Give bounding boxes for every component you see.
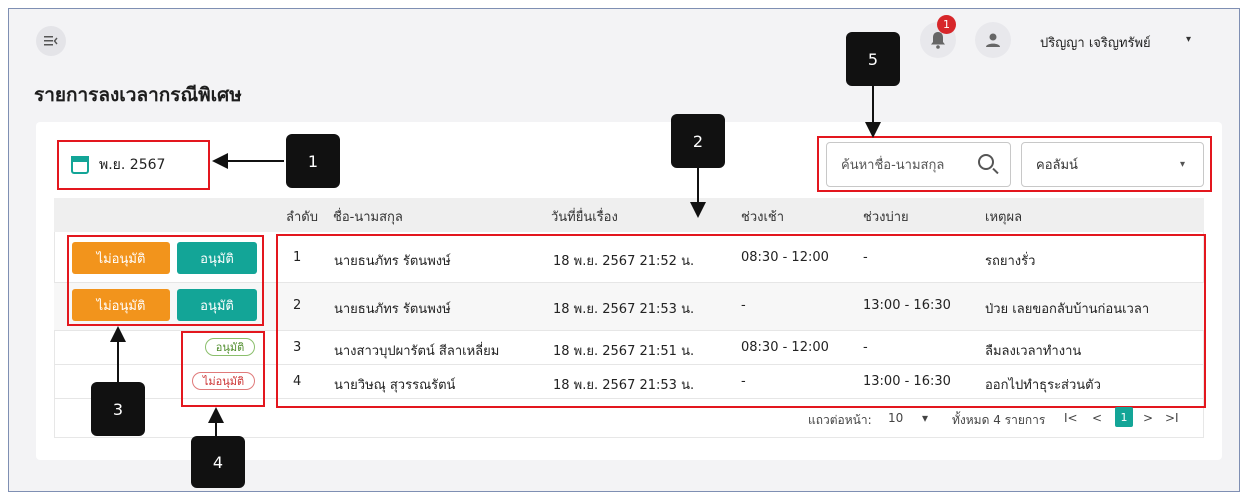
column-header-morning[interactable]: ช่วงเช้า (741, 206, 784, 227)
avatar[interactable] (975, 22, 1011, 58)
rows-per-page-select[interactable]: 10 (888, 411, 903, 425)
notification-badge: 1 (937, 15, 956, 34)
annotation-marker-4: 4 (191, 436, 245, 488)
search-placeholder: ค้นหาชื่อ-นามสกุล (841, 158, 945, 173)
total-records: ทั้งหมด 4 รายการ (952, 413, 1046, 427)
search-icon[interactable] (978, 154, 994, 170)
chevron-down-icon[interactable]: ▾ (922, 411, 928, 425)
annotation-marker-3: 3 (91, 382, 145, 436)
column-select[interactable]: คอลัมน์ ▾ (1021, 142, 1204, 187)
column-header-reason[interactable]: เหตุผล (985, 206, 1022, 227)
menu-toggle-button[interactable] (36, 26, 66, 56)
month-picker[interactable]: พ.ย. 2567 (57, 140, 210, 190)
last-page-button[interactable]: >I (1165, 411, 1179, 425)
chevron-down-icon: ▾ (1179, 159, 1185, 170)
user-icon (986, 33, 1000, 47)
annotation-marker-5: 5 (846, 32, 900, 86)
current-page-button[interactable]: 1 (1115, 407, 1133, 427)
month-value: พ.ย. 2567 (99, 157, 166, 173)
action-buttons-highlight (67, 235, 264, 326)
page-title: รายการลงเวลากรณีพิเศษ (34, 84, 242, 106)
column-header-no[interactable]: ลำดับ (286, 206, 318, 227)
calendar-icon (71, 156, 89, 174)
table-header (54, 198, 1204, 232)
user-name[interactable]: ปริญญา เจริญทรัพย์ (1040, 32, 1151, 53)
annotation-marker-1: 1 (286, 134, 340, 188)
column-header-afternoon[interactable]: ช่วงบ่าย (863, 206, 909, 227)
search-input[interactable]: ค้นหาชื่อ-นามสกุล (826, 142, 1011, 187)
column-header-date[interactable]: วันที่ยื่นเรื่อง (551, 206, 618, 227)
status-badges-highlight (181, 331, 265, 407)
column-header-name[interactable]: ชื่อ-นามสกุล (333, 206, 403, 227)
prev-page-button[interactable]: < (1092, 411, 1102, 425)
first-page-button[interactable]: I< (1064, 411, 1078, 425)
rows-per-page-label: แถวต่อหน้า: (808, 413, 872, 427)
column-select-value: คอลัมน์ (1036, 158, 1078, 173)
next-page-button[interactable]: > (1143, 411, 1153, 425)
chevron-down-icon[interactable]: ▾ (1186, 34, 1191, 45)
rows-highlight (276, 234, 1206, 408)
menu-collapse-icon (44, 36, 58, 46)
annotation-marker-2: 2 (671, 114, 725, 168)
